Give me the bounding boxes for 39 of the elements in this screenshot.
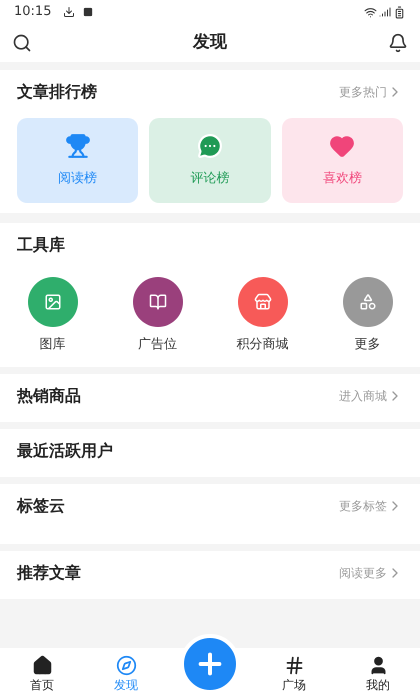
section-title: 工具库	[17, 234, 65, 256]
section-title: 推荐文章	[17, 562, 81, 584]
notification-icon	[83, 7, 94, 17]
signal-icon	[379, 6, 391, 18]
nav-tab[interactable]: 发现	[84, 655, 168, 693]
more-link[interactable]: 进入商城	[339, 386, 403, 404]
tool-item[interactable]: 积分商城	[210, 277, 315, 354]
tool-item[interactable]: 广告位	[105, 277, 210, 354]
chat-icon	[196, 132, 223, 159]
trophy-icon	[64, 132, 91, 159]
home-icon	[32, 655, 52, 676]
shapes-icon	[358, 293, 376, 311]
bell-icon[interactable]	[388, 33, 408, 53]
book-icon	[148, 293, 166, 311]
ranking-card[interactable]: 评论榜	[149, 118, 271, 203]
nav-tab[interactable]: 广场	[252, 655, 336, 693]
battery-icon	[393, 6, 406, 18]
more-link[interactable]: 阅读更多	[339, 564, 403, 582]
section-title: 最近活跃用户	[17, 440, 113, 462]
page-title: 发现	[193, 31, 227, 54]
nav-tab[interactable]: 首页	[0, 655, 84, 693]
ranking-card[interactable]: 喜欢榜	[282, 118, 403, 203]
more-link[interactable]: 更多热门	[339, 83, 403, 101]
more-link[interactable]: 更多标签	[339, 496, 403, 514]
nav-tab[interactable]: 我的	[336, 655, 420, 693]
hash-icon	[284, 655, 304, 676]
section-title: 文章排行榜	[17, 81, 97, 103]
tool-item[interactable]: 图库	[0, 277, 105, 354]
image-icon	[44, 293, 62, 311]
search-icon[interactable]	[12, 33, 32, 53]
section-title: 标签云	[17, 494, 65, 516]
status-time: 10:15	[14, 3, 52, 22]
store-icon	[254, 293, 272, 311]
wifi-icon	[364, 6, 377, 18]
ranking-card[interactable]: 阅读榜	[17, 118, 138, 203]
download-icon	[63, 6, 76, 18]
tool-item[interactable]: 更多	[315, 277, 420, 354]
section-title: 热销商品	[17, 384, 81, 406]
compass-icon	[116, 655, 136, 676]
